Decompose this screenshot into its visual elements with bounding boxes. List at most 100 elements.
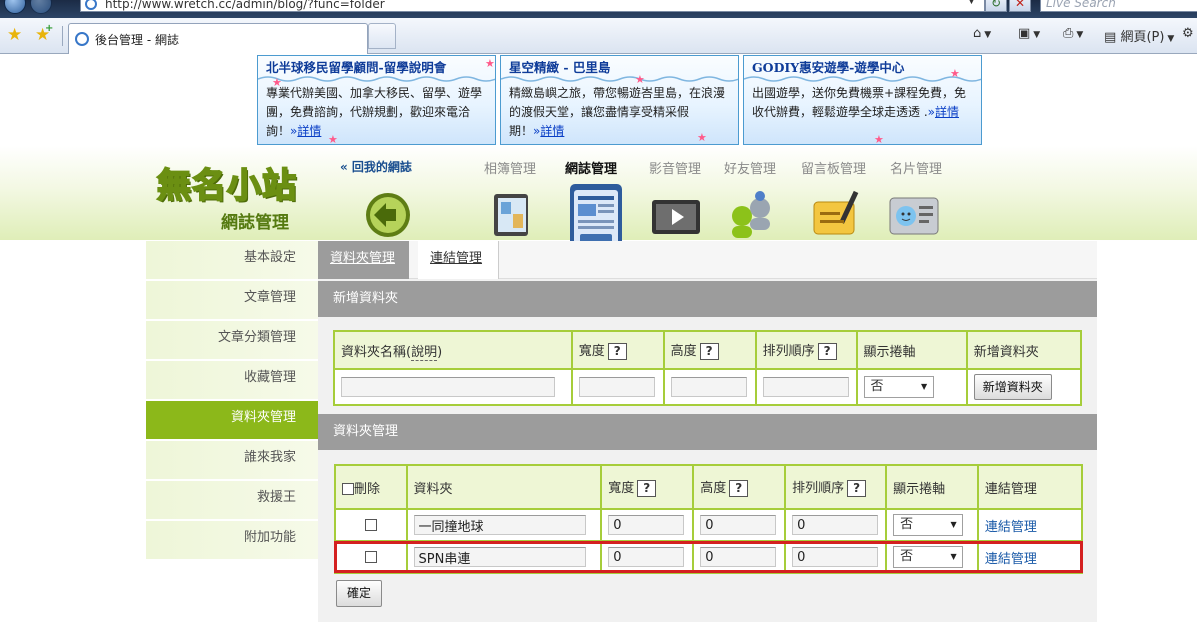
page-icon (85, 0, 97, 10)
page-menu-icon: ▤ (1104, 30, 1117, 45)
folder-name-input[interactable] (413, 547, 586, 567)
folder-order-input[interactable] (792, 547, 879, 567)
photo-album-icon[interactable] (484, 188, 540, 240)
select-all-checkbox[interactable] (342, 483, 354, 495)
tab-link-management[interactable]: 連結管理 (418, 241, 499, 279)
folder-name-input[interactable] (413, 515, 586, 535)
sidebar-item-rescue[interactable]: 救援王 (146, 481, 318, 519)
search-input[interactable]: Live Search (1040, 0, 1197, 12)
nav-blog[interactable]: 網誌管理 (565, 158, 617, 177)
back-arrow-icon[interactable] (4, 0, 26, 14)
friends-icon[interactable] (724, 188, 780, 240)
browser-tab-active[interactable]: 後台管理 - 網誌 (68, 23, 368, 54)
home-button[interactable]: ⌂ ▼ (973, 26, 991, 41)
sidebar-item-basic-settings[interactable]: 基本設定 (146, 241, 318, 279)
folder-height-input[interactable] (700, 515, 777, 535)
print-button[interactable]: ⎙ ▼ (1063, 26, 1083, 41)
sidebar-item-addons[interactable]: 附加功能 (146, 521, 318, 559)
nav-namecard[interactable]: 名片管理 (890, 158, 942, 177)
nav-album[interactable]: 相簿管理 (484, 158, 536, 177)
new-folder-height-input[interactable] (670, 377, 747, 397)
back-to-blog-link[interactable]: « 回我的網誌 (340, 158, 412, 175)
ad-banner-1[interactable]: 北半球移民留學顧問-留學說明會 專業代辦美國、加拿大移民、留學、遊學團，免費諮詢… (257, 55, 496, 145)
header-width: 寬度? (570, 330, 665, 370)
help-height-icon[interactable]: ? (699, 343, 719, 360)
forward-arrow-icon[interactable] (30, 0, 52, 14)
row-link-management[interactable]: 連結管理 (985, 520, 1037, 535)
video-icon[interactable] (648, 188, 704, 240)
star-icon: ★ (697, 131, 707, 144)
header-links: 連結管理 (976, 464, 1084, 510)
header-width: 寬度? (600, 464, 695, 510)
ad-banner-3[interactable]: GODIY惠安遊學-遊學中心 出國遊學，送你免費機票+課程免費，免收代辦費，輕鬆… (743, 55, 982, 145)
header-height-label: 高度 (670, 344, 697, 359)
tab-folder-management[interactable]: 資料夾管理 (318, 241, 409, 279)
new-folder-name-input[interactable] (341, 377, 555, 397)
folder-manage-section-header: 資料夾管理 (318, 414, 1097, 450)
ad-more-link[interactable]: 詳情 (297, 124, 321, 138)
ad-more-arrow: » (927, 105, 935, 119)
namecard-icon[interactable] (886, 188, 942, 240)
folder-scroll-select[interactable]: 否 ▼ (893, 514, 964, 536)
header-name-label: 資料夾名稱( (341, 344, 412, 360)
section-title: 網誌管理 (221, 213, 289, 233)
back-arrow-circle-icon[interactable] (360, 188, 416, 240)
new-folder-scroll-select[interactable]: 否 ▼ (863, 376, 934, 398)
site-logo[interactable]: 無名小站 (156, 158, 297, 207)
folder-width-input[interactable] (608, 547, 685, 567)
address-bar[interactable]: http://www.wretch.cc/admin/blog/?func=fo… (80, 0, 985, 12)
feeds-button[interactable]: ▣ ▼ (1018, 26, 1040, 41)
tools-gear-icon[interactable]: ⚙ (1182, 26, 1194, 41)
cell-new-scroll: 否 ▼ (855, 368, 968, 406)
ad-more-link[interactable]: 詳情 (935, 105, 959, 119)
header-folder: 資料夾 (405, 464, 603, 510)
help-width-icon[interactable]: ? (637, 480, 657, 497)
row-delete-checkbox[interactable] (364, 519, 377, 531)
new-folder-table: 資料夾名稱(說明) 寬度? 高度? 排列順序? 顯示捲軸 新增資料夾 否 ▼ 新增… (333, 330, 1083, 406)
sidebar-item-articles[interactable]: 文章管理 (146, 281, 318, 319)
browser-title-bar: http://www.wretch.cc/admin/blog/?func=fo… (0, 0, 1197, 18)
sidebar-item-article-categories[interactable]: 文章分類管理 (146, 321, 318, 359)
refresh-icon[interactable]: ↻ (985, 0, 1007, 12)
nav-video[interactable]: 影音管理 (649, 158, 701, 177)
new-folder-order-input[interactable] (762, 377, 849, 397)
cell-scroll: 否 ▼ (885, 540, 979, 574)
guestbook-note-icon[interactable] (810, 188, 866, 240)
ad-more-link[interactable]: 詳情 (540, 124, 564, 138)
nav-guestbook[interactable]: 留言板管理 (801, 158, 866, 177)
add-folder-button[interactable]: 新增資料夾 (973, 374, 1052, 400)
header-order: 排列順序? (754, 330, 858, 370)
description-link[interactable]: 說明 (411, 344, 438, 361)
header-name-close: ) (437, 344, 443, 360)
folder-width-input[interactable] (608, 515, 685, 535)
header-delete-label: 刪除 (354, 481, 381, 497)
help-height-icon[interactable]: ? (729, 480, 749, 497)
help-width-icon[interactable]: ? (607, 343, 627, 360)
folder-list-table: 刪除 資料夾 寬度? 高度? 排列順序? 顯示捲軸 連結管理 否▼ 連結管理 否… (334, 464, 1084, 574)
stop-icon[interactable]: ✕ (1009, 0, 1031, 12)
sidebar-item-visitors[interactable]: 誰來我家 (146, 441, 318, 479)
folder-height-input[interactable] (700, 547, 777, 567)
ad-banner-2[interactable]: 星空精緻 - 巴里島 精緻島嶼之旅，帶您暢遊峇里島，在浪漫的渡假天堂，讓您盡情享… (500, 55, 739, 145)
header-delete: 刪除 (334, 464, 408, 510)
address-dropdown-icon[interactable]: ▼ (968, 0, 975, 6)
folder-order-input[interactable] (792, 515, 879, 535)
header-height-label: 高度 (700, 481, 727, 496)
sidebar-item-favorites[interactable]: 收藏管理 (146, 361, 318, 399)
table-row: 否▼ 連結管理 (334, 540, 1084, 574)
printer-icon: ⎙ (1063, 26, 1074, 41)
nav-friends[interactable]: 好友管理 (724, 158, 776, 177)
row-delete-checkbox[interactable] (364, 551, 377, 563)
folder-scroll-select[interactable]: 否 ▼ (893, 546, 964, 568)
page-menu-button[interactable]: ▤ 網頁(P) ▼ (1104, 26, 1174, 45)
row-link-management[interactable]: 連結管理 (985, 552, 1037, 567)
tab-title: 後台管理 - 網誌 (95, 33, 179, 47)
favorites-star-icon[interactable]: ★ (7, 25, 22, 45)
confirm-button[interactable]: 確定 (336, 580, 382, 607)
new-folder-width-input[interactable] (578, 377, 655, 397)
help-order-icon[interactable]: ? (847, 480, 867, 497)
cell-order (784, 508, 888, 542)
sidebar-item-folders[interactable]: 資料夾管理 (146, 401, 318, 439)
new-tab-button[interactable] (368, 23, 396, 49)
help-order-icon[interactable]: ? (817, 343, 837, 360)
